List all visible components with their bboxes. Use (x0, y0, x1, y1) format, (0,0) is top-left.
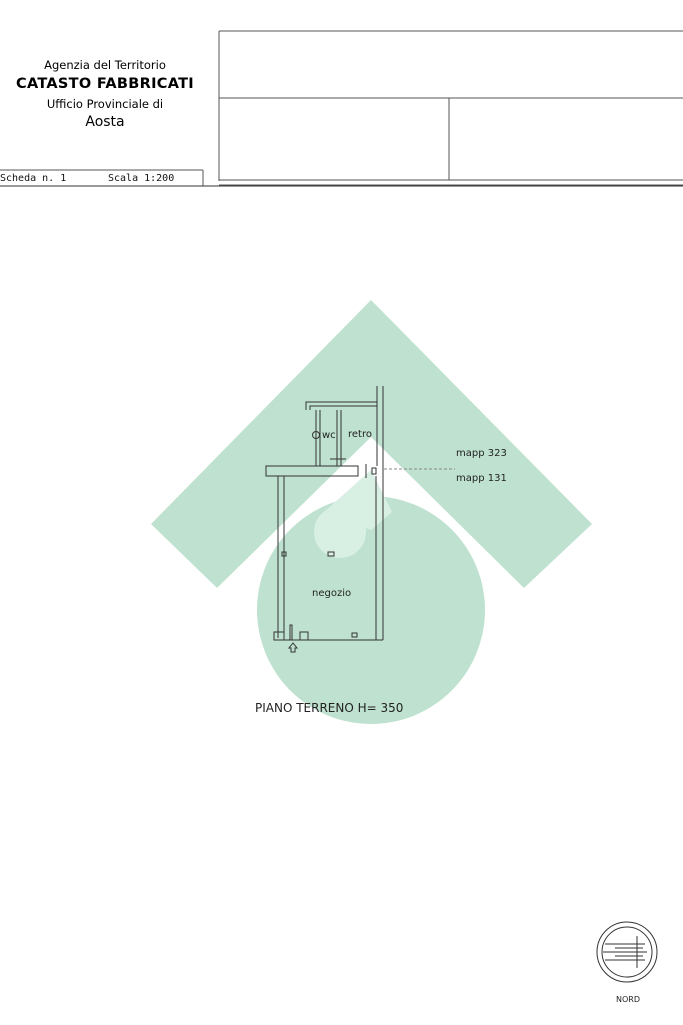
room-label-negozio: negozio (312, 588, 352, 599)
floor-label: PIANO TERRENO H= 350 (255, 701, 404, 715)
parcel-label-upper: mapp 323 (456, 448, 507, 459)
floor-plan (265, 386, 455, 653)
room-label-retro: retro (348, 429, 372, 440)
room-label-wc: wc (322, 430, 336, 441)
parcel-label-lower: mapp 131 (456, 473, 507, 484)
compass-label: NORD (616, 995, 640, 1004)
compass-icon (596, 921, 658, 983)
